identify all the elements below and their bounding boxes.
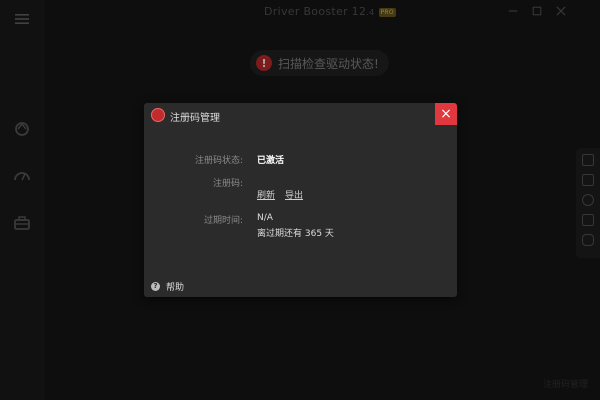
remaining-days: 离过期还有 365 天 — [257, 229, 334, 239]
export-link[interactable]: 导出 — [285, 191, 303, 201]
expiry-label: 过期时间: — [203, 216, 243, 226]
status-label: 注册码状态: — [194, 156, 243, 166]
help-icon: ? — [151, 282, 160, 291]
expiry-value: N/A — [257, 213, 273, 223]
status-value: 已激活 — [257, 156, 285, 166]
license-dialog: 注册码管理 × 注册码状态: 已激活 注册码: 刷新 导出 过期时间: N/A 离… — [144, 103, 457, 297]
refresh-link[interactable]: 刷新 — [257, 191, 275, 201]
app-logo-icon — [151, 108, 165, 122]
help-label: 帮助 — [166, 283, 185, 293]
dialog-title: 注册码管理 — [170, 113, 220, 124]
help-button[interactable]: ? 帮助 — [151, 280, 184, 293]
code-actions: 刷新 导出 — [257, 188, 313, 201]
close-icon[interactable]: × — [435, 103, 457, 125]
code-label: 注册码: — [212, 179, 243, 189]
